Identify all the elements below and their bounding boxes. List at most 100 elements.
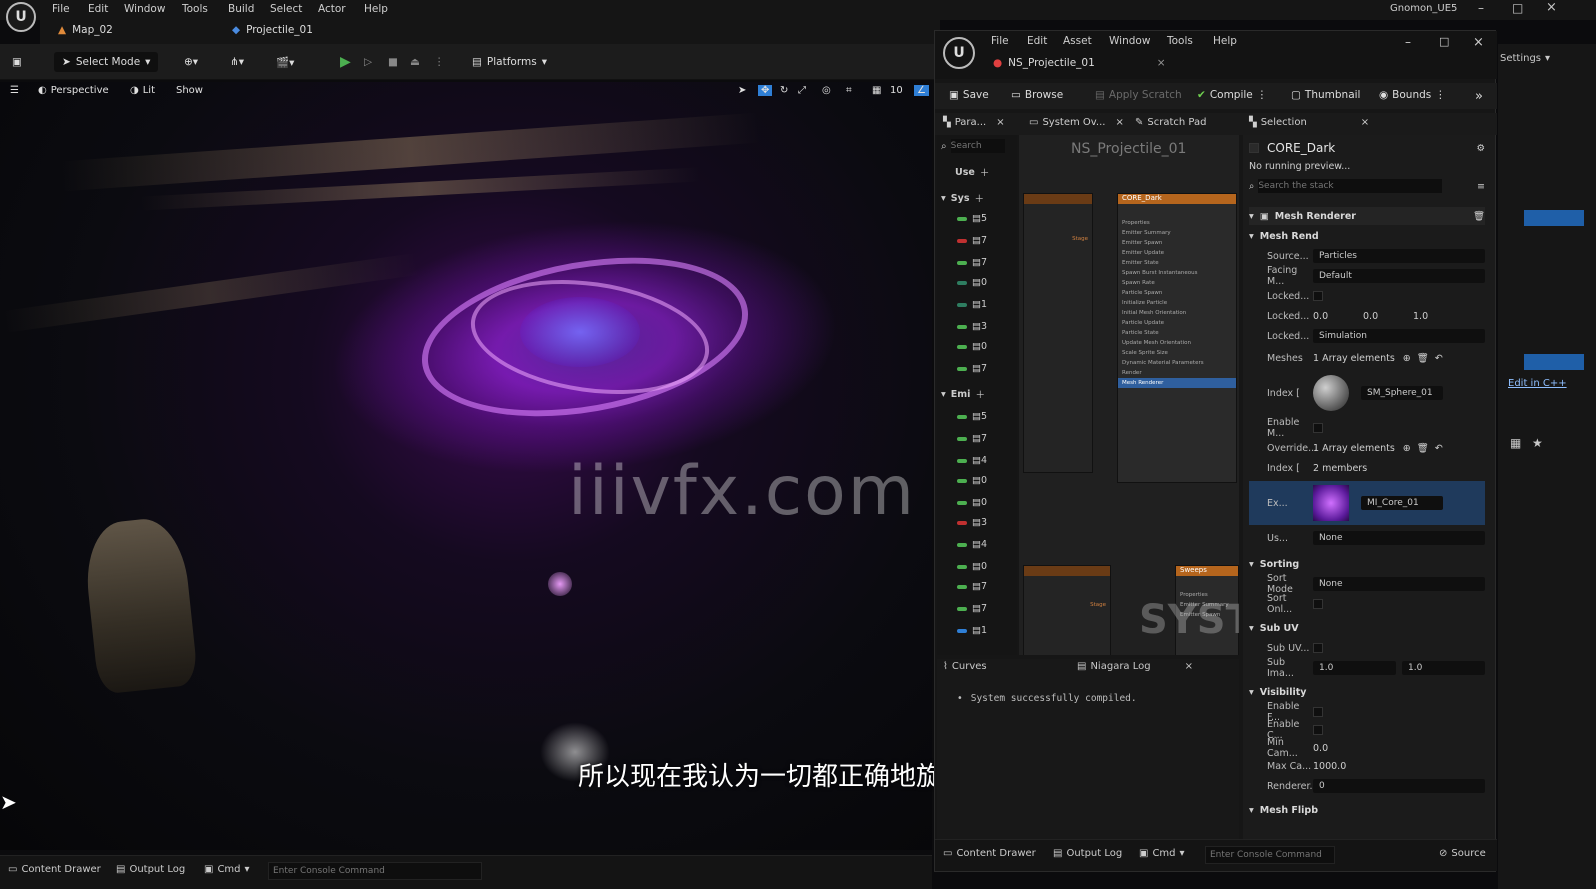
locked-axis-checkbox[interactable]	[1313, 291, 1323, 301]
reset-icon[interactable]: ↶	[1435, 353, 1443, 364]
node-line[interactable]: Properties	[1118, 218, 1236, 228]
param-item[interactable]: ▤7	[957, 603, 987, 614]
selected-row[interactable]	[1524, 210, 1584, 226]
mesh-thumbnail[interactable]	[1313, 375, 1349, 411]
more-icon[interactable]: ⋮	[1435, 89, 1446, 101]
node-line[interactable]: Emitter Spawn	[1118, 238, 1236, 248]
platforms-dropdown[interactable]: ▤ Platforms ▾	[472, 52, 547, 72]
ng-menu-tools[interactable]: Tools	[1167, 35, 1193, 47]
reset-icon[interactable]: ↶	[1435, 443, 1443, 454]
tab-scratch-pad[interactable]: ✎ Scratch Pad	[1135, 117, 1206, 128]
add-element-icon[interactable]: ⊕	[1403, 443, 1411, 454]
thumbnail-button[interactable]: ▢ Thumbnail	[1291, 89, 1360, 101]
param-item[interactable]: ▤7	[957, 581, 987, 592]
node-line[interactable]: Render	[1118, 368, 1236, 378]
param-item[interactable]: ▤0	[957, 561, 987, 572]
params-search-input[interactable]	[950, 139, 1005, 153]
material-thumbnail[interactable]	[1313, 485, 1349, 521]
locked-axis-x[interactable]: 0.0	[1313, 311, 1363, 322]
ng-save-button[interactable]: ▣ Save	[949, 89, 989, 101]
cinematics-icon[interactable]: 🎬▾	[276, 52, 294, 72]
console-input[interactable]	[268, 862, 482, 880]
node-line[interactable]: Scale Sprite Size	[1118, 348, 1236, 358]
param-item[interactable]: ▤7	[957, 363, 987, 374]
blueprint-menu-icon[interactable]: ⋔▾	[230, 52, 244, 72]
param-item[interactable]: ▤1	[957, 625, 987, 636]
system-overview-graph[interactable]: NS_Projectile_01 Stage CORE_Dark Propert…	[1019, 135, 1239, 655]
facing-mode-dropdown[interactable]: Default	[1313, 269, 1485, 283]
node-line[interactable]: Emitter Summary	[1118, 228, 1236, 238]
close-icon[interactable]: ×	[1546, 0, 1557, 15]
play-icon[interactable]: ▶	[340, 52, 351, 72]
menu-help[interactable]: Help	[364, 3, 388, 15]
bounds-button[interactable]: ◉ Bounds ⋮	[1379, 89, 1446, 101]
enable-mesh-checkbox[interactable]	[1313, 423, 1323, 433]
node-line[interactable]: Dynamic Material Parameters	[1118, 358, 1236, 368]
sub-image-y[interactable]: 1.0	[1402, 661, 1485, 675]
lit-button[interactable]: ◑ Lit	[130, 85, 155, 96]
tab-system-overview[interactable]: ▭ System Ov... ×	[1029, 117, 1124, 128]
selected-row[interactable]	[1524, 354, 1584, 370]
menu-select[interactable]: Select	[270, 3, 302, 15]
node-line-mesh-renderer[interactable]: Mesh Renderer	[1118, 378, 1236, 388]
maximize-icon[interactable]: □	[1439, 35, 1449, 48]
param-item[interactable]: ▤0	[957, 341, 987, 352]
node-line[interactable]: Emitter Update	[1118, 248, 1236, 258]
ng-cmd-dropdown[interactable]: ▣ Cmd ▾	[1139, 848, 1185, 859]
scale-tool-icon[interactable]: ⤢	[798, 85, 806, 96]
min-camera-value[interactable]: 0.0	[1313, 743, 1328, 754]
enable-checkbox[interactable]	[1249, 143, 1259, 153]
system-params-header[interactable]: ▾ Sys ＋	[941, 191, 984, 206]
ng-menu-window[interactable]: Window	[1109, 35, 1150, 47]
param-item[interactable]: ▤3	[957, 517, 987, 528]
sorting-section[interactable]: ▾ Sorting	[1249, 555, 1485, 573]
ng-console-input[interactable]	[1205, 846, 1335, 864]
star-icon[interactable]: ★	[1532, 436, 1543, 450]
show-button[interactable]: Show	[176, 85, 203, 96]
sub-uv-blend-checkbox[interactable]	[1313, 643, 1323, 653]
compile-button[interactable]: ✔ Compile ⋮	[1197, 89, 1267, 101]
rotate-tool-icon[interactable]: ↻	[780, 85, 788, 96]
sort-only-checkbox[interactable]	[1313, 599, 1323, 609]
menu-build[interactable]: Build	[228, 3, 254, 15]
node-line[interactable]: Initialize Particle	[1118, 298, 1236, 308]
param-item[interactable]: ▤3	[957, 321, 987, 332]
menu-file[interactable]: File	[52, 3, 70, 15]
ng-browse-button[interactable]: ▭ Browse	[1011, 89, 1063, 101]
ng-asset-tab[interactable]: ● NS_Projectile_01 ×	[993, 57, 1166, 69]
enable-camera-checkbox[interactable]	[1313, 725, 1323, 735]
add-icon[interactable]: ＋	[975, 387, 985, 401]
trash-icon[interactable]: 🗑	[1417, 443, 1429, 454]
stack-search[interactable]: ⌕ ≡	[1249, 177, 1485, 195]
trash-icon[interactable]: 🗑	[1473, 211, 1485, 222]
tab-selection[interactable]: ▚ Selection ×	[1249, 117, 1369, 128]
ng-menu-help[interactable]: Help	[1213, 35, 1237, 47]
emitter-params-header[interactable]: ▾ Emi ＋	[941, 387, 985, 402]
save-icon[interactable]: ▣	[12, 52, 22, 72]
mesh-renderer-header[interactable]: ▾ ▣ Mesh Renderer 🗑	[1249, 207, 1485, 225]
ng-content-drawer-button[interactable]: ▭ Content Drawer	[943, 848, 1036, 859]
tab-projectile[interactable]: ◆ Projectile_01	[232, 24, 313, 36]
locked-axis-y[interactable]: 0.0	[1363, 311, 1413, 322]
grid-snap-icon[interactable]: ▦	[872, 85, 881, 96]
unreal-logo-icon[interactable]: U	[943, 37, 975, 69]
output-log-button[interactable]: ▤ Output Log	[116, 864, 185, 875]
minimize-icon[interactable]: –	[1405, 35, 1411, 49]
add-element-icon[interactable]: ⊕	[1403, 353, 1411, 364]
mesh-flipbook-section[interactable]: ▾ Mesh Flipb	[1249, 801, 1485, 819]
close-tab-icon[interactable]: ×	[1361, 117, 1369, 128]
node-line[interactable]: Spawn Rate	[1118, 278, 1236, 288]
enable-frustum-checkbox[interactable]	[1313, 707, 1323, 717]
more-icon[interactable]: ⋮	[434, 52, 445, 72]
node-line[interactable]: Initial Mesh Orientation	[1118, 308, 1236, 318]
close-tab-icon[interactable]: ×	[1115, 117, 1123, 128]
source-mode-dropdown[interactable]: Particles	[1313, 249, 1485, 263]
edit-in-cpp-link[interactable]: Edit in C++	[1508, 378, 1567, 389]
ng-menu-edit[interactable]: Edit	[1027, 35, 1047, 47]
user-param-binding-dropdown[interactable]: None	[1313, 531, 1485, 545]
more-icon[interactable]: ⋮	[1257, 89, 1268, 101]
add-icon[interactable]: ＋	[974, 191, 984, 205]
menu-actor[interactable]: Actor	[318, 3, 346, 15]
param-item[interactable]: ▤0	[957, 497, 987, 508]
ng-menu-file[interactable]: File	[991, 35, 1009, 47]
